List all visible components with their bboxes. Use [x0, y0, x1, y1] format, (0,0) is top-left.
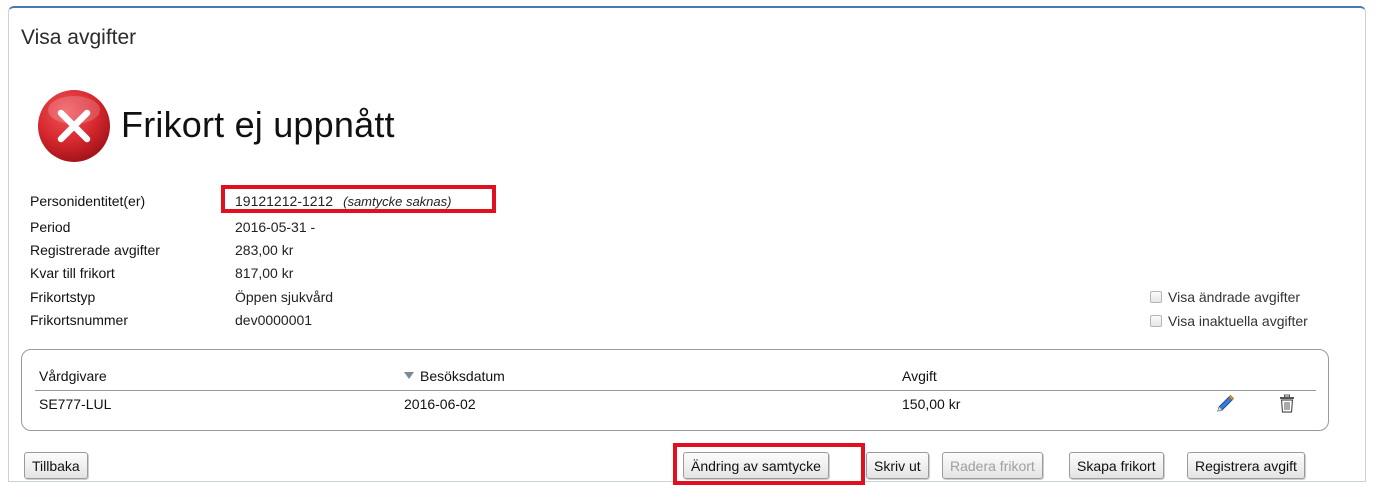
cell-provider: SE777-LUL [39, 396, 112, 412]
label-card-type: Frikortstyp [30, 289, 96, 305]
create-card-button[interactable]: Skapa frikort [1069, 452, 1164, 479]
label-remaining: Kvar till frikort [30, 265, 115, 281]
filter-show-changed[interactable]: Visa ändrade avgifter [1150, 289, 1300, 305]
value-card-type: Öppen sjukvård [235, 289, 334, 305]
label-period: Period [30, 219, 71, 235]
cell-visit-date: 2016-06-02 [404, 396, 476, 412]
register-fee-button[interactable]: Registrera avgift [1187, 452, 1305, 479]
value-registered-fees: 283,00 kr [235, 242, 294, 258]
label-card-number: Frikortsnummer [30, 312, 129, 328]
highlight-box-person-id [221, 185, 496, 213]
sort-desc-icon [404, 372, 414, 379]
value-period: 2016-05-31 - [235, 219, 316, 235]
filter-show-inactive[interactable]: Visa inaktuella avgifter [1150, 313, 1308, 329]
delete-trash-icon[interactable] [1276, 393, 1298, 415]
col-header-visit-date[interactable]: Besöksdatum [404, 368, 505, 384]
table-header-divider [35, 390, 1316, 391]
value-card-number: dev0000001 [235, 312, 313, 328]
error-x-icon [38, 90, 110, 162]
back-button[interactable]: Tillbaka [24, 452, 88, 479]
show-changed-checkbox[interactable] [1150, 291, 1162, 303]
delete-card-button[interactable]: Radera frikort [942, 452, 1043, 479]
col-header-provider[interactable]: Vårdgivare [39, 368, 107, 384]
show-inactive-label: Visa inaktuella avgifter [1168, 313, 1308, 329]
status-title: Frikort ej uppnått [121, 104, 395, 145]
label-person-id: Personidentitet(er) [30, 193, 146, 209]
cell-fee: 150,00 kr [902, 396, 961, 412]
highlight-box-consent-button [673, 443, 865, 485]
col-header-fee[interactable]: Avgift [902, 368, 937, 384]
col-header-visit-date-label: Besöksdatum [420, 368, 505, 384]
show-inactive-checkbox[interactable] [1150, 315, 1162, 327]
print-button[interactable]: Skriv ut [866, 452, 929, 479]
edit-pencil-icon[interactable] [1214, 393, 1236, 415]
window-title: Visa avgifter [21, 26, 137, 49]
label-registered-fees: Registrerade avgifter [30, 242, 160, 258]
value-remaining: 817,00 kr [235, 265, 294, 281]
show-changed-label: Visa ändrade avgifter [1168, 289, 1301, 305]
